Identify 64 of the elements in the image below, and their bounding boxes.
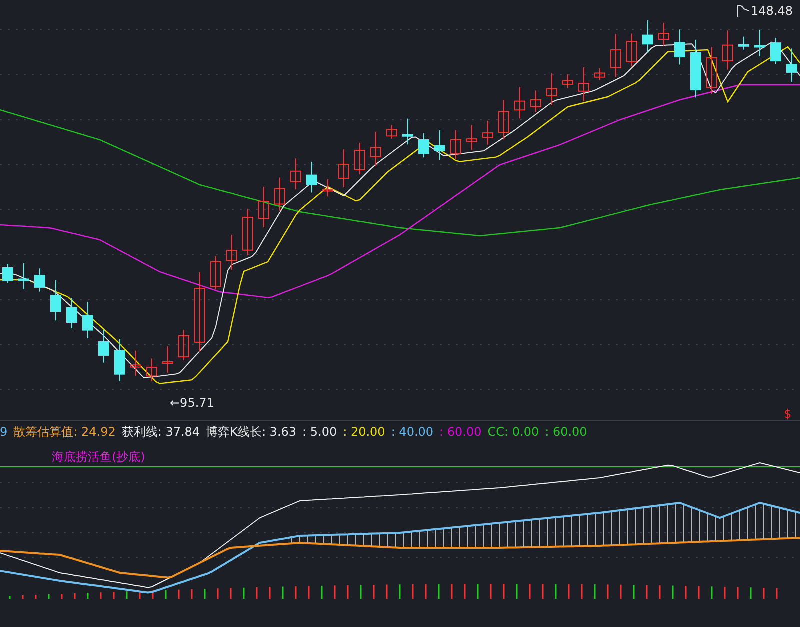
candlestick xyxy=(466,124,478,151)
signal-marker: $ xyxy=(784,407,792,421)
flag-icon xyxy=(736,5,750,17)
indicator-value: 散筹估算值: 24.92 xyxy=(14,424,116,440)
candlestick xyxy=(498,99,510,140)
candlestick xyxy=(130,350,142,376)
candlestick xyxy=(434,130,446,160)
candlestick xyxy=(146,358,158,382)
candlestick xyxy=(482,120,494,146)
indicator-value: CC: 0.00 xyxy=(488,425,540,439)
candlestick xyxy=(258,186,270,228)
candlestick xyxy=(514,86,526,120)
candlestick xyxy=(50,280,62,322)
candlestick xyxy=(706,46,718,95)
candlestick xyxy=(578,67,590,102)
candlestick xyxy=(418,132,430,158)
candlestick xyxy=(530,90,542,113)
high-price-label: 148.48 xyxy=(751,4,793,18)
candlestick xyxy=(210,256,222,290)
candlestick xyxy=(546,72,558,106)
low-price-label: ←95.71 xyxy=(170,396,214,410)
candlestick xyxy=(98,329,110,364)
candlestick xyxy=(114,338,126,382)
candlestick xyxy=(386,124,398,140)
candlestick xyxy=(82,302,94,339)
candlestick xyxy=(690,39,702,98)
candlestick xyxy=(370,131,382,167)
candlestick xyxy=(274,177,286,212)
indicator-value: : 40.00 xyxy=(391,425,434,439)
candlestick xyxy=(754,30,766,57)
indicator-value: : 60.00 xyxy=(440,425,482,439)
indicator-value: 获利线: 37.84 xyxy=(122,424,200,440)
indicator-value: 博弈K线长: 3.63 xyxy=(206,424,297,440)
candlestick xyxy=(34,268,46,292)
indicator-value: : 5.00 xyxy=(302,425,338,439)
indicator-value: : 20.00 xyxy=(343,425,386,439)
candlestick xyxy=(162,346,174,374)
candlestick xyxy=(306,162,318,194)
candlestick xyxy=(626,33,638,68)
candlestick xyxy=(178,330,190,362)
candlestick xyxy=(66,298,78,329)
candlestick xyxy=(290,158,302,190)
candlestick xyxy=(18,262,30,290)
candlestick xyxy=(770,38,782,64)
candlestick xyxy=(450,130,462,160)
candlestick xyxy=(338,149,350,188)
candlestick xyxy=(658,22,670,46)
candlestick xyxy=(786,48,798,83)
candlestick xyxy=(402,118,414,146)
indicator-title: 海底捞活鱼(抄底) xyxy=(52,449,146,466)
candlestick xyxy=(642,20,654,54)
indicator-value: : 60.00 xyxy=(545,425,588,439)
candlestick xyxy=(2,264,14,284)
candlestick xyxy=(594,68,606,81)
candlestick xyxy=(354,142,366,175)
candlestick xyxy=(674,29,686,66)
indicator-value: 9 xyxy=(0,425,8,439)
candlestick xyxy=(242,208,254,256)
candlestick xyxy=(562,74,574,89)
candlestick xyxy=(322,178,334,198)
candlestick xyxy=(226,234,238,271)
candlestick xyxy=(610,34,622,78)
candlestick xyxy=(722,30,734,70)
candlestick xyxy=(738,36,750,50)
